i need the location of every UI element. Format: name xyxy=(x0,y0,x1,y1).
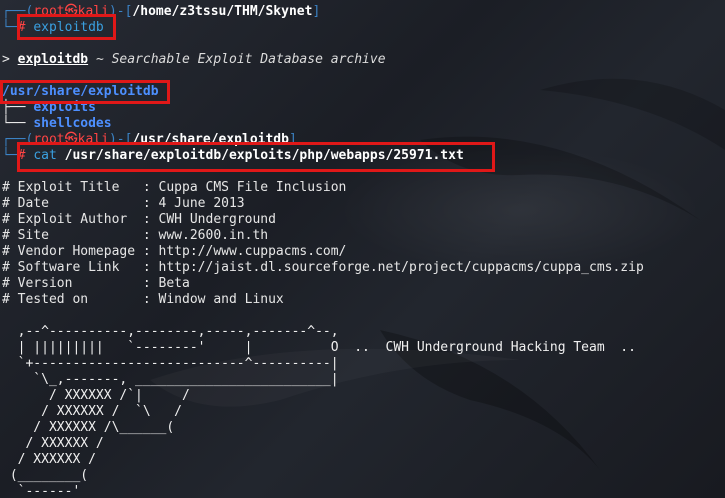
prompt-line-1: ┌──(root㉿kali)-[/home/z3tssu/THM/Skynet] xyxy=(2,4,321,19)
ascii-art-line: / XXXXXX /\______( xyxy=(2,420,175,435)
tree-item-shellcodes: └── shellcodes xyxy=(2,116,112,131)
command-text: exploitdb xyxy=(33,20,104,35)
tree-root: /usr/share/exploitdb xyxy=(2,84,159,100)
ascii-art-line: / XXXXXX / `\ / xyxy=(2,404,183,419)
prompt-line-1-command: └─# exploitdb xyxy=(2,20,104,35)
file-line: # Version : Beta xyxy=(2,276,190,291)
ascii-art-line: / XXXXXX / xyxy=(2,436,104,451)
exploitdb-description: > exploitdb ~ Searchable Exploit Databas… xyxy=(2,52,386,67)
ascii-art-line: `\_,-------, _________________________| xyxy=(2,372,339,387)
command-argument: /usr/share/exploitdb/exploits/php/webapp… xyxy=(64,148,464,163)
ascii-art-line: `------' xyxy=(2,484,81,498)
tree-item-exploits: ├── exploits xyxy=(2,100,96,115)
ascii-art-line: / XXXXXX / xyxy=(2,452,96,467)
prompt-line-2: ┌──(root㉿kali)-[/usr/share/exploitdb] xyxy=(2,132,297,147)
ascii-art-line: / XXXXXX /`| / xyxy=(2,388,190,403)
file-line: # Tested on : Window and Linux xyxy=(2,292,284,307)
ascii-art-line: ,--^----------,--------,-----,-------^--… xyxy=(2,324,339,339)
file-line: # Vendor Homepage : http://www.cuppacms.… xyxy=(2,244,347,259)
ascii-art-line: | ||||||||| `--------' | O .. CWH Underg… xyxy=(2,340,636,355)
prompt-line-2-command: └─# cat /usr/share/exploitdb/exploits/ph… xyxy=(2,148,464,163)
file-line: # Exploit Title : Cuppa CMS File Inclusi… xyxy=(2,180,347,195)
file-line: # Date : 4 June 2013 xyxy=(2,196,245,211)
tree-root-path: /usr/share/exploitdb xyxy=(2,84,159,99)
prompt-user-host: root㉿kali xyxy=(33,4,109,19)
file-line: # Software Link : http://jaist.dl.source… xyxy=(2,260,644,275)
prompt-path: /home/z3tssu/THM/Skynet xyxy=(132,4,313,19)
terminal-window[interactable]: ┌──(root㉿kali)-[/home/z3tssu/THM/Skynet]… xyxy=(0,0,725,498)
package-name: exploitdb xyxy=(17,52,89,67)
package-desc: Searchable Exploit Database archive xyxy=(111,52,386,67)
ascii-art-line: `+---------------------------^----------… xyxy=(2,356,339,371)
prompt-path: /usr/share/exploitdb xyxy=(132,132,289,147)
prompt-user-host: root㉿kali xyxy=(33,132,109,147)
file-line: # Site : www.2600.in.th xyxy=(2,228,269,243)
ascii-art-line: (________( xyxy=(2,468,89,483)
command-text: cat xyxy=(33,148,57,163)
file-line: # Exploit Author : CWH Underground xyxy=(2,212,276,227)
